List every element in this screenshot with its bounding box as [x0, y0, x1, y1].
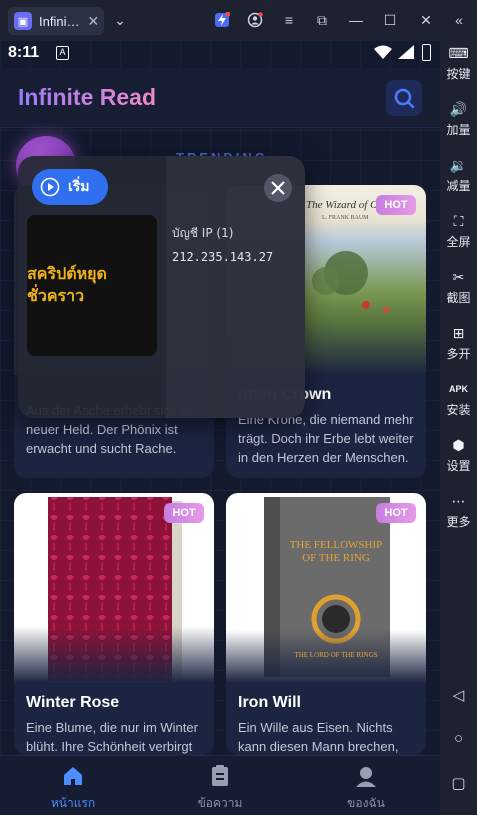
sidebar-item-label: 减量 [446, 179, 471, 193]
settings-icon: ⬢ [452, 437, 465, 453]
search-button[interactable] [386, 80, 422, 116]
volume-down-icon: 🔉 [449, 157, 468, 173]
menu-icon[interactable]: ≡ [279, 10, 299, 30]
app-header: Infinite Read [0, 68, 440, 128]
start-button[interactable]: เริ่ม [32, 169, 108, 205]
sidebar-item-settings[interactable]: ⬢ 设置 [440, 436, 477, 474]
sidebar-item-fullscreen[interactable]: ⛶ 全屏 [440, 212, 477, 250]
nav-home[interactable]: หน้าแรก [23, 764, 123, 813]
hot-badge: HOT [164, 503, 204, 523]
sidebar-item-label: 加量 [446, 123, 471, 137]
cover-author: L. FRANK BAUM [322, 215, 369, 221]
fullscreen-icon: ⛶ [453, 213, 464, 229]
script-status-box: สคริปต์หยุดชั่วคราว [27, 215, 157, 356]
battery-icon [422, 44, 431, 61]
sidebar-item-label: 按键 [446, 67, 471, 81]
book-card[interactable]: HOT Winter Rose Eine Blume, die nur im W… [14, 493, 214, 755]
sidebar-item-screenshot[interactable]: ✂ 截图 [440, 268, 477, 306]
keyboard-icon: ⌨ [448, 45, 469, 61]
account-icon[interactable] [245, 10, 265, 30]
sidebar-item-label: 截图 [446, 291, 471, 305]
lightning-icon[interactable] [212, 10, 232, 30]
book-description: Ein Wille aus Eisen. Nichts kann diesen … [238, 720, 399, 754]
emulator-sidebar: ⌨ 按键 🔊 加量 🔉 减量 ⛶ 全屏 ✂ 截图 ⊞ 多开 APK 安装 ⬢ 设… [440, 40, 477, 815]
play-icon [40, 177, 60, 197]
android-recents-icon[interactable]: ▢ [440, 774, 477, 792]
scissors-icon: ✂ [452, 269, 465, 285]
wifi-icon [374, 45, 392, 62]
hot-badge: HOT [376, 503, 416, 523]
start-button-label: เริ่ม [68, 179, 90, 195]
account-ip: 212.235.143.27 [172, 250, 274, 264]
phone-screen: 8:11 A Infinite Read TRENDING Aus der As… [0, 40, 440, 815]
sidebar-item-label: 安装 [446, 403, 471, 417]
tab-close-icon[interactable]: ✕ [87, 13, 99, 30]
sidebar-item-more[interactable]: ⋯ 更多 [440, 492, 477, 530]
close-icon [271, 181, 285, 195]
close-window-icon[interactable]: ✕ [416, 10, 436, 30]
search-icon [394, 88, 415, 109]
minimize-icon[interactable]: — [346, 10, 366, 30]
android-back-icon[interactable]: ◁ [440, 686, 477, 704]
sidebar-item-label: 全屏 [446, 235, 471, 249]
more-icon: ⋯ [451, 493, 466, 509]
apk-install-icon: APK [448, 384, 468, 394]
cover-title: THE FELLOWSHIP OF THE RING [289, 539, 383, 564]
sidebar-item-volume-down[interactable]: 🔉 减量 [440, 156, 477, 194]
maximize-icon[interactable]: ☐ [380, 10, 400, 30]
nav-profile[interactable]: ของฉัน [316, 764, 416, 813]
sidebar-item-label: 更多 [446, 515, 471, 529]
nav-profile-label: ของฉัน [347, 796, 385, 810]
chevron-down-icon[interactable]: ⌄ [110, 10, 130, 30]
sim-icon: A [56, 46, 69, 60]
script-status-text: สคริปต์หยุดชั่วคราว [27, 264, 107, 305]
collapse-sidebar-icon[interactable]: « [449, 10, 469, 30]
hot-badge: HOT [376, 195, 416, 215]
book-description: Eine Blume, die nur im Winter blüht. Ihr… [26, 720, 198, 754]
volume-up-icon: 🔊 [449, 101, 468, 117]
sidebar-item-volume-up[interactable]: 🔊 加量 [440, 100, 477, 138]
account-label: บัญชี IP (1) [172, 226, 234, 240]
nav-messages[interactable]: ข้อความ [170, 764, 270, 813]
book-card[interactable]: THE FELLOWSHIP OF THE RING THE LORD OF T… [226, 493, 426, 755]
emulator-titlebar: ▣ Infini… ✕ ⌄ ≡ ⧉ — ☐ ✕ « [0, 0, 477, 40]
cover-subtitle: THE LORD OF THE RINGS [294, 651, 378, 659]
popout-icon[interactable]: ⧉ [312, 10, 332, 30]
sidebar-item-label: 多开 [446, 347, 471, 361]
app-tab-title: Infini… [39, 13, 80, 29]
app-tab[interactable]: ▣ Infini… ✕ [8, 7, 104, 35]
app-title: Infinite Read [18, 84, 157, 110]
sidebar-item-multi[interactable]: ⊞ 多开 [440, 324, 477, 362]
cover-title: The Wizard of Oz [306, 199, 383, 211]
script-overlay: บัญชี IP (1) 212.235.143.27 เริ่ม สคริปต… [18, 156, 305, 418]
sidebar-item-keymap[interactable]: ⌨ 按键 [440, 44, 477, 82]
profile-icon [356, 767, 376, 787]
home-icon [64, 767, 82, 785]
multi-instance-icon: ⊞ [452, 325, 465, 341]
nav-messages-label: ข้อความ [197, 796, 243, 810]
book-description: Eine Krone, die niemand mehr trägt. Doch… [238, 412, 414, 465]
status-time: 8:11 [8, 44, 40, 61]
android-home-icon[interactable]: ○ [440, 730, 477, 747]
bottom-nav: หน้าแรก ข้อความ ของฉัน [0, 755, 440, 815]
app-tab-icon: ▣ [14, 12, 32, 30]
status-bar: 8:11 A [0, 40, 440, 68]
message-icon [212, 765, 228, 786]
sidebar-item-install[interactable]: APK 安装 [440, 380, 477, 418]
book-title: Iron Will [238, 694, 301, 711]
overlay-close-button[interactable] [264, 174, 292, 202]
signal-icon [398, 45, 414, 62]
nav-home-label: หน้าแรก [50, 796, 96, 810]
sidebar-item-label: 设置 [446, 459, 471, 473]
book-title: Winter Rose [26, 694, 120, 711]
